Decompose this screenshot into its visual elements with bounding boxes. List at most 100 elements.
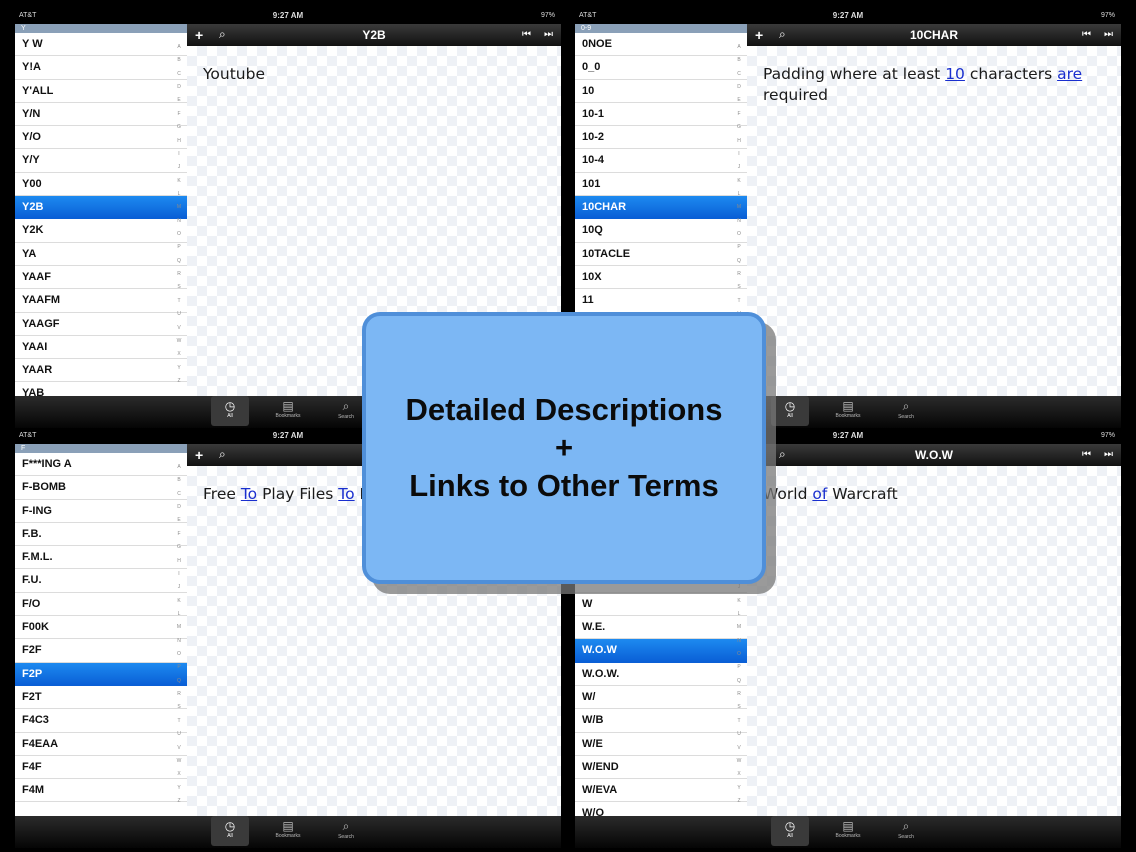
index-letter[interactable]: M: [177, 624, 181, 630]
list-item[interactable]: 10-1: [575, 103, 747, 127]
list-item[interactable]: 10CHAR: [575, 196, 747, 220]
index-letter[interactable]: W: [177, 758, 182, 764]
index-letter[interactable]: O: [177, 231, 181, 237]
index-letter[interactable]: X: [177, 351, 180, 357]
index-letter[interactable]: J: [178, 584, 181, 590]
tab-search[interactable]: ⌕ Search: [887, 396, 925, 426]
list-item[interactable]: F***ING A: [15, 453, 187, 477]
list-item[interactable]: F-ING: [15, 500, 187, 523]
index-letter[interactable]: R: [177, 691, 181, 697]
index-letter[interactable]: L: [178, 611, 181, 617]
tab-search[interactable]: ⌕ Search: [887, 816, 925, 846]
list-item[interactable]: F00K: [15, 616, 187, 640]
index-letter[interactable]: N: [737, 218, 741, 224]
next-icon[interactable]: ⏭: [1104, 29, 1113, 40]
list-item[interactable]: F4EAA: [15, 733, 187, 756]
index-letter[interactable]: Q: [177, 678, 181, 684]
list-item[interactable]: YAAR: [15, 359, 187, 383]
list-item[interactable]: F.U.: [15, 569, 187, 593]
index-letter[interactable]: X: [177, 771, 180, 777]
index-letter[interactable]: E: [177, 97, 180, 103]
next-icon[interactable]: ⏭: [544, 29, 553, 40]
index-letter[interactable]: C: [177, 491, 181, 497]
index-letter[interactable]: S: [177, 704, 180, 710]
list-item[interactable]: 10TACLE: [575, 243, 747, 266]
index-letter[interactable]: C: [737, 71, 741, 77]
index-letter[interactable]: K: [737, 178, 740, 184]
index-letter[interactable]: B: [177, 57, 180, 63]
list-item[interactable]: Y'ALL: [15, 80, 187, 103]
list-item[interactable]: W.O.W.: [575, 663, 747, 686]
list-item[interactable]: Y!A: [15, 56, 187, 80]
index-letter[interactable]: J: [738, 584, 741, 590]
term-link[interactable]: of: [812, 485, 827, 503]
index-letter[interactable]: W: [177, 338, 182, 344]
list-item[interactable]: YAAI: [15, 336, 187, 360]
index-letter[interactable]: G: [177, 544, 181, 550]
index-letter[interactable]: O: [737, 231, 741, 237]
list-item[interactable]: Y W: [15, 33, 187, 57]
list-item[interactable]: YA: [15, 243, 187, 266]
list-item[interactable]: W/B: [575, 709, 747, 733]
index-letter[interactable]: M: [737, 204, 741, 210]
list-item[interactable]: YAAFM: [15, 289, 187, 313]
index-strip[interactable]: A B C D E F G H I J K L M N O P Q R S T U V W X Y Z: [175, 464, 183, 804]
index-letter[interactable]: I: [738, 151, 739, 157]
index-letter[interactable]: P: [737, 244, 740, 250]
index-letter[interactable]: U: [177, 731, 181, 737]
index-letter[interactable]: L: [738, 191, 741, 197]
tab-bookmarks[interactable]: ▤ Bookmarks: [829, 396, 867, 426]
index-letter[interactable]: F: [737, 111, 740, 117]
next-icon[interactable]: ⏭: [1104, 449, 1113, 460]
tab-bookmarks[interactable]: ▤ Bookmarks: [269, 396, 307, 426]
index-letter[interactable]: R: [177, 271, 181, 277]
list-item[interactable]: YAAGF: [15, 313, 187, 336]
list-item[interactable]: YAAF: [15, 266, 187, 290]
list-item[interactable]: 101: [575, 173, 747, 197]
index-letter[interactable]: K: [177, 598, 180, 604]
previous-icon[interactable]: ⏮: [1082, 449, 1091, 460]
index-letter[interactable]: M: [177, 204, 181, 210]
list-item[interactable]: 0NOE: [575, 33, 747, 57]
index-letter[interactable]: Q: [737, 678, 741, 684]
index-letter[interactable]: A: [737, 44, 740, 50]
term-link[interactable]: are: [1057, 65, 1082, 83]
list-item[interactable]: YAB: [15, 382, 187, 396]
tab-search[interactable]: ⌕ Search: [327, 396, 365, 426]
tab-all[interactable]: ◷ All: [211, 396, 249, 426]
index-letter[interactable]: G: [177, 124, 181, 130]
index-letter[interactable]: V: [177, 325, 180, 331]
index-letter[interactable]: S: [177, 284, 180, 290]
list-item[interactable]: Y2B: [15, 196, 187, 220]
list-item[interactable]: F4C3: [15, 709, 187, 733]
list-item[interactable]: F4M: [15, 779, 187, 803]
list-item[interactable]: 10-4: [575, 149, 747, 173]
index-letter[interactable]: D: [177, 84, 181, 90]
list-item[interactable]: F4F: [15, 756, 187, 780]
tab-all[interactable]: ◷ All: [771, 396, 809, 426]
previous-icon[interactable]: ⏮: [522, 29, 531, 40]
tab-all[interactable]: ◷ All: [211, 816, 249, 846]
index-letter[interactable]: Y: [737, 785, 740, 791]
index-letter[interactable]: H: [177, 558, 181, 564]
tab-bookmarks[interactable]: ▤ Bookmarks: [829, 816, 867, 846]
index-letter[interactable]: L: [738, 611, 741, 617]
list-item[interactable]: Y/O: [15, 126, 187, 150]
index-letter[interactable]: P: [737, 664, 740, 670]
index-letter[interactable]: Z: [177, 798, 180, 804]
index-letter[interactable]: Z: [737, 798, 740, 804]
index-letter[interactable]: P: [177, 244, 180, 250]
index-letter[interactable]: C: [177, 71, 181, 77]
term-link[interactable]: To: [338, 485, 354, 503]
list-item[interactable]: F2P: [15, 662, 187, 686]
index-letter[interactable]: J: [178, 164, 181, 170]
index-letter[interactable]: Y: [177, 785, 180, 791]
index-letter[interactable]: K: [177, 178, 180, 184]
index-letter[interactable]: I: [178, 151, 179, 157]
list-item[interactable]: Y/N: [15, 103, 187, 127]
index-letter[interactable]: S: [737, 284, 740, 290]
list-item[interactable]: W/: [575, 686, 747, 710]
index-letter[interactable]: U: [177, 311, 181, 317]
index-letter[interactable]: P: [177, 664, 180, 670]
list-item[interactable]: F.B.: [15, 523, 187, 547]
